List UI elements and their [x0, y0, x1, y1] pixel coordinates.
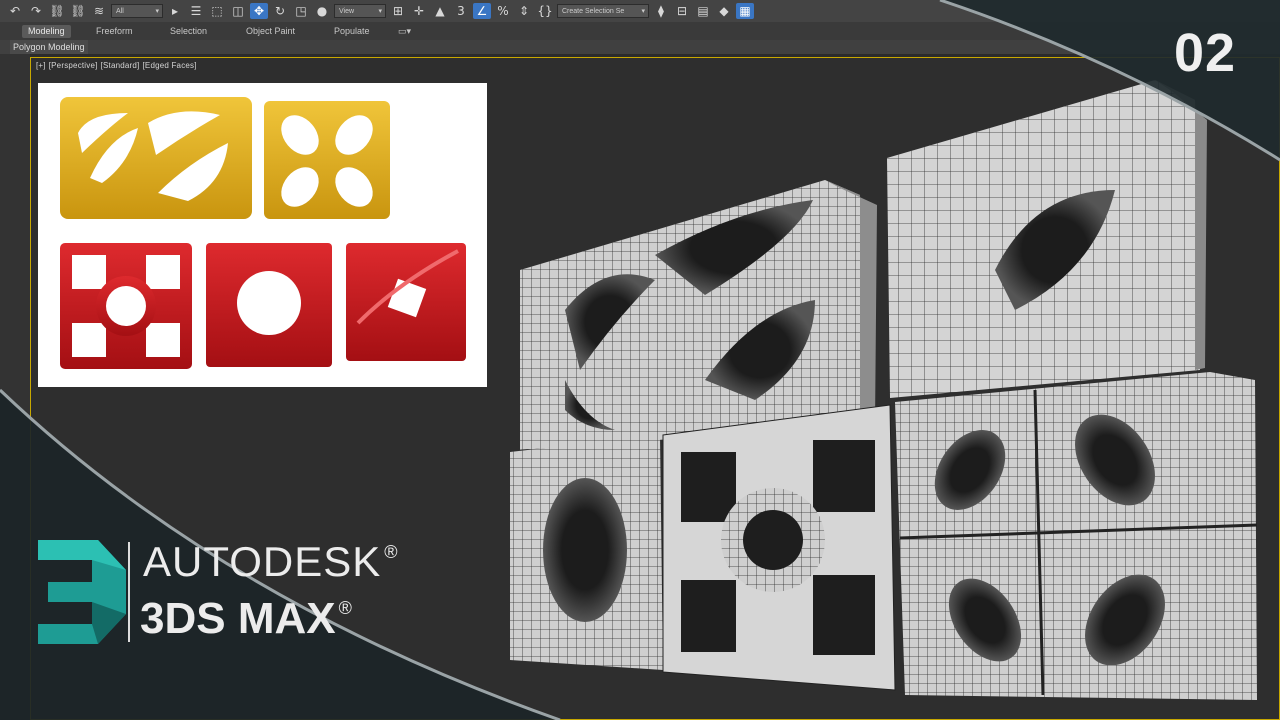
tab-modeling[interactable]: Modeling [22, 25, 71, 38]
viewport-shading-edged-faces[interactable]: [Edged Faces] [142, 61, 196, 70]
red-block-circle [206, 243, 332, 367]
tab-freeform[interactable]: Freeform [90, 25, 139, 38]
autodesk-wordmark: AUTODESK ® [143, 538, 399, 586]
reference-blocks-illustration [60, 97, 466, 369]
ribbon-icon[interactable]: ▦ [736, 3, 754, 19]
polygon-modeling-panel[interactable]: Polygon Modeling [10, 40, 88, 54]
place-icon[interactable]: ● [313, 3, 331, 19]
snap-3-icon[interactable]: 3 [452, 3, 470, 19]
ribbon-panel: Polygon Modeling [0, 40, 1280, 54]
left-panel [0, 54, 30, 720]
redo-icon[interactable]: ↷ [27, 3, 45, 19]
link-icon[interactable]: ⛓ [48, 3, 66, 19]
wire-block-bottom-right [895, 372, 1258, 700]
angle-snap-icon[interactable]: ∠ [473, 3, 491, 19]
episode-number: 02 [1174, 23, 1237, 83]
red-block-diamond [346, 243, 466, 361]
spinner-snap-icon[interactable]: ⇕ [515, 3, 533, 19]
wire-block-wide [520, 180, 877, 450]
wireframe-blocks-render [510, 80, 1258, 700]
pivot-icon[interactable]: ⊞ [389, 3, 407, 19]
viewport-pov-label[interactable]: [Perspective] [49, 61, 98, 70]
3ds-max-logo-icon [38, 540, 126, 644]
cobogo-wireframe-model[interactable] [495, 80, 1265, 705]
viewport-label[interactable]: [+] [Perspective] [Standard] [Edged Faces] [36, 61, 200, 70]
mirror-icon[interactable]: ⧫ [652, 3, 670, 19]
autodesk-text: AUTODESK [143, 538, 382, 585]
reference-coordinate-dropdown[interactable]: View [334, 4, 386, 19]
yellow-block-wide [60, 97, 252, 219]
unlink-icon[interactable]: ⛓ [69, 3, 87, 19]
tab-selection[interactable]: Selection [164, 25, 213, 38]
brand-divider [128, 542, 130, 642]
rotate-icon[interactable]: ↻ [271, 3, 289, 19]
yellow-block-square [264, 101, 390, 219]
bind-spacewarp-icon[interactable]: ≋ [90, 3, 108, 19]
wire-block-bottom-ring [662, 404, 896, 691]
registered-mark-2: ® [338, 598, 352, 618]
align-icon[interactable]: ⊟ [673, 3, 691, 19]
rect-select-icon[interactable]: ⬚ [208, 3, 226, 19]
select-icon[interactable]: ▸ [166, 3, 184, 19]
tab-object-paint[interactable]: Object Paint [240, 25, 301, 38]
red-block-ring [60, 243, 192, 369]
ribbon-options-icon[interactable]: ▭▾ [392, 25, 417, 38]
select-by-name-icon[interactable]: ☰ [187, 3, 205, 19]
layer-icon[interactable]: ▤ [694, 3, 712, 19]
reference-image [38, 83, 487, 387]
3ds-max-wordmark: 3DS MAX ® [140, 594, 352, 644]
move-icon[interactable]: ✥ [250, 3, 268, 19]
edit-named-sets-icon[interactable]: {} [536, 3, 554, 19]
main-toolbar: ↶ ↷ ⛓ ⛓ ≋ All ▸ ☰ ⬚ ◫ ✥ ↻ ◳ ● View ⊞ ✛ ▲… [0, 0, 1280, 22]
scene-explorer-icon[interactable]: ◆ [715, 3, 733, 19]
window-crossing-icon[interactable]: ◫ [229, 3, 247, 19]
selection-filter-dropdown[interactable]: All [111, 4, 163, 19]
tab-populate[interactable]: Populate [328, 25, 376, 38]
undo-icon[interactable]: ↶ [6, 3, 24, 19]
ribbon-tabs: Modeling Freeform Selection Object Paint… [0, 22, 1280, 40]
named-selection-set-dropdown[interactable]: Create Selection Se [557, 4, 649, 19]
3ds-max-text: 3DS MAX [140, 594, 336, 643]
wire-block-bottom-left [510, 435, 663, 670]
transform-gizmo-icon[interactable]: ✛ [410, 3, 428, 19]
registered-mark: ® [384, 542, 399, 562]
viewport-menu-plus[interactable]: [+] [36, 61, 46, 70]
viewport-shading-standard[interactable]: [Standard] [101, 61, 140, 70]
percent-snap-icon[interactable]: % [494, 3, 512, 19]
wire-block-top-right [887, 80, 1207, 398]
keyboard-override-icon[interactable]: ▲ [431, 3, 449, 19]
scale-icon[interactable]: ◳ [292, 3, 310, 19]
